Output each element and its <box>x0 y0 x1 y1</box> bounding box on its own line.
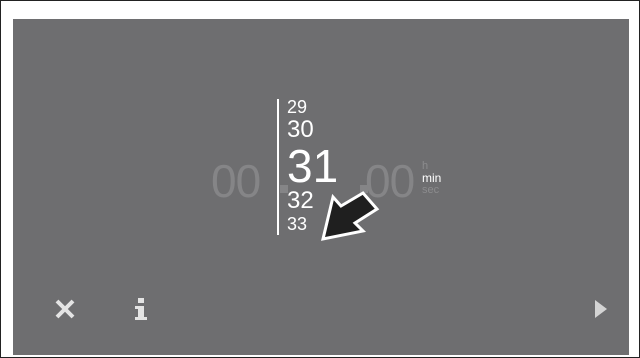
roller-indicator-line <box>277 99 279 235</box>
hours-value[interactable]: 00 <box>211 153 261 209</box>
swipe-pointer-icon <box>320 191 380 241</box>
close-button[interactable] <box>45 289 85 329</box>
unit-labels: h min sec <box>422 160 462 196</box>
roller-option[interactable]: 29 <box>287 98 307 116</box>
unit-minutes-label: min <box>422 171 442 185</box>
info-icon <box>135 298 147 320</box>
roller-option[interactable]: 32 <box>287 189 314 213</box>
roller-selected-value[interactable]: 31 <box>287 143 338 189</box>
timer-screen: 00 00 h min sec 29 30 31 32 33 <box>13 19 629 355</box>
start-button[interactable] <box>581 289 621 329</box>
close-icon <box>55 299 75 319</box>
device-frame: 00 00 h min sec 29 30 31 32 33 <box>0 0 640 358</box>
roller-option[interactable]: 30 <box>287 118 314 142</box>
unit-seconds-label: sec <box>422 184 440 196</box>
info-button[interactable] <box>121 289 161 329</box>
roller-option[interactable]: 33 <box>287 215 307 233</box>
play-icon <box>595 300 607 318</box>
